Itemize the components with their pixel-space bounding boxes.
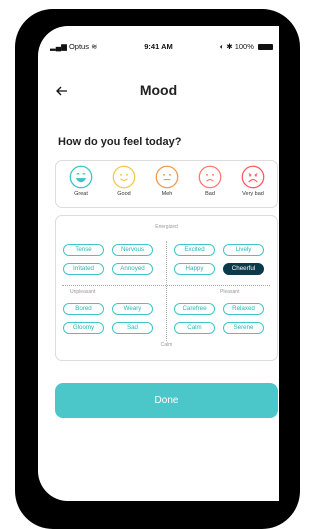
energized-label: Energized <box>155 224 178 230</box>
mood-question: How do you feel today? <box>58 136 182 148</box>
mood-selector: Great Good Meh Bad Very bad <box>55 160 278 208</box>
battery-indicator: ◐ ✱ 100% <box>220 42 273 51</box>
emotion-chip-gloomy[interactable]: Gloomy <box>63 322 104 334</box>
emotion-chip-weary[interactable]: Weary <box>112 303 153 315</box>
mood-label: Meh <box>161 191 173 197</box>
face-icon <box>241 165 265 189</box>
horizontal-divider <box>62 285 270 286</box>
done-button[interactable]: Done <box>55 383 278 418</box>
emotion-chip-relaxed[interactable]: Relaxed <box>223 303 264 315</box>
emotion-chip-excited[interactable]: Excited <box>174 244 215 256</box>
vertical-divider <box>166 241 167 341</box>
bluetooth-icon: ✱ <box>226 42 233 51</box>
app-screen: ▂▄▆ Optus ≋ 9:41 AM ◐ ✱ 100% Mood How do… <box>38 26 279 501</box>
mood-option-great[interactable]: Great <box>61 165 101 197</box>
mood-label: Bad <box>205 191 215 197</box>
emotion-chip-irritated[interactable]: Irritated <box>63 263 104 275</box>
lock-rotation-icon: ◐ <box>219 42 225 51</box>
emotion-chip-annoyed[interactable]: Annoyed <box>112 263 153 275</box>
battery-percent: 100% <box>234 42 254 51</box>
emotion-chip-lively[interactable]: Lively <box>223 244 264 256</box>
mood-option-very-bad[interactable]: Very bad <box>233 165 273 197</box>
emotion-chip-nervous[interactable]: Nervous <box>112 244 153 256</box>
mood-option-bad[interactable]: Bad <box>190 165 230 197</box>
mood-label: Good <box>117 191 131 197</box>
nav-bar: Mood <box>38 80 279 104</box>
emotion-chip-tense[interactable]: Tense <box>63 244 104 256</box>
face-icon <box>155 165 179 189</box>
unpleasant-label: Unpleasant <box>70 289 96 295</box>
emotion-grid: Energized Calm Unpleasant Pleasant Tense… <box>55 215 278 361</box>
phone-frame: ▂▄▆ Optus ≋ 9:41 AM ◐ ✱ 100% Mood How do… <box>15 9 300 529</box>
calm-label: Calm <box>160 342 173 348</box>
page-title: Mood <box>139 82 178 98</box>
mood-option-meh[interactable]: Meh <box>147 165 187 197</box>
mood-label: Very bad <box>242 191 264 197</box>
face-icon <box>69 165 93 189</box>
status-bar: ▂▄▆ Optus ≋ 9:41 AM ◐ ✱ 100% <box>38 26 279 56</box>
mood-label: Great <box>74 191 88 197</box>
emotion-chip-happy[interactable]: Happy <box>174 263 215 275</box>
emotion-chip-bored[interactable]: Bored <box>63 303 104 315</box>
face-icon <box>198 165 222 189</box>
battery-icon <box>258 44 273 50</box>
pleasant-label: Pleasant <box>220 289 240 295</box>
emotion-chip-sad[interactable]: Sad <box>112 322 153 334</box>
face-icon <box>112 165 136 189</box>
emotion-chip-serene[interactable]: Serene <box>223 322 264 334</box>
emotion-chip-cheerful[interactable]: Cheerful <box>223 263 264 275</box>
emotion-chip-calm[interactable]: Calm <box>174 322 215 334</box>
mood-option-good[interactable]: Good <box>104 165 144 197</box>
emotion-chip-carefree[interactable]: Carefree <box>174 303 215 315</box>
